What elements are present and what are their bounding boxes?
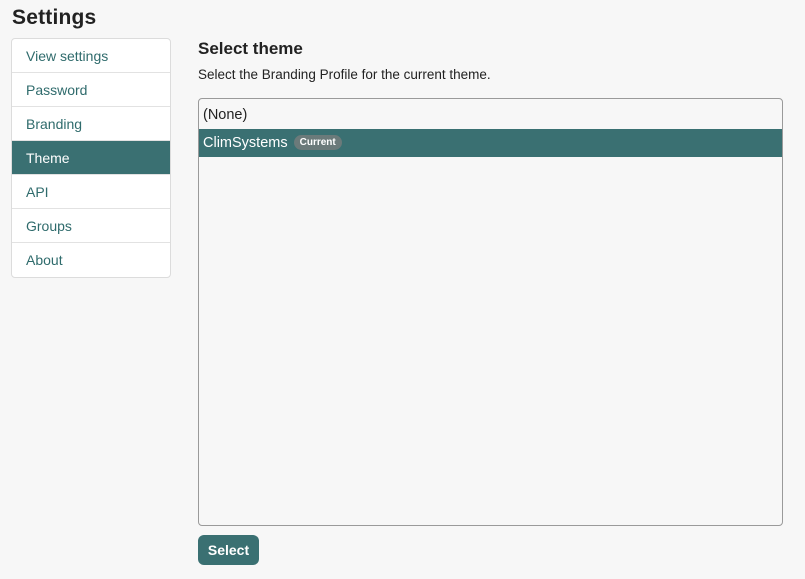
current-badge: Current	[293, 134, 342, 150]
section-description: Select the Branding Profile for the curr…	[198, 67, 491, 82]
sidebar-item-theme[interactable]: Theme	[12, 141, 170, 175]
option-label: ClimSystems	[203, 135, 288, 151]
option-label: (None)	[203, 107, 248, 123]
select-button[interactable]: Select	[198, 535, 259, 565]
sidebar-item-view-settings[interactable]: View settings	[12, 39, 170, 73]
theme-listbox[interactable]: (None) ClimSystems Current	[198, 98, 783, 526]
theme-option-none[interactable]: (None)	[199, 101, 782, 129]
sidebar-item-about[interactable]: About	[12, 243, 170, 277]
page-title: Settings	[12, 6, 97, 29]
sidebar-item-branding[interactable]: Branding	[12, 107, 170, 141]
section-title: Select theme	[198, 39, 303, 58]
theme-option-climsystems[interactable]: ClimSystems Current	[199, 129, 782, 157]
sidebar-item-groups[interactable]: Groups	[12, 209, 170, 243]
theme-panel: Select theme Select the Branding Profile…	[198, 38, 785, 565]
sidebar-item-api[interactable]: API	[12, 175, 170, 209]
sidebar-item-password[interactable]: Password	[12, 73, 170, 107]
settings-sidebar: View settings Password Branding Theme AP…	[11, 38, 171, 278]
